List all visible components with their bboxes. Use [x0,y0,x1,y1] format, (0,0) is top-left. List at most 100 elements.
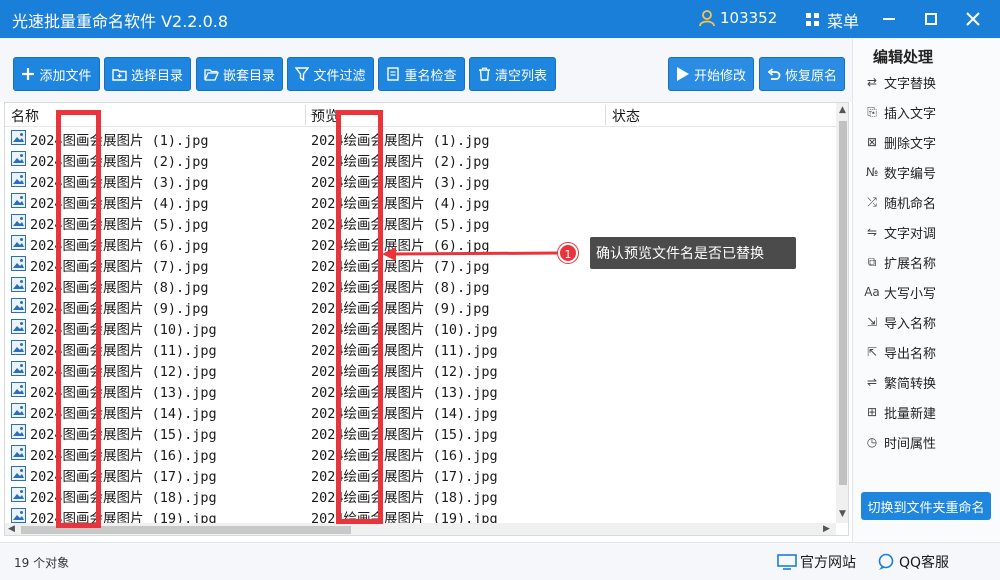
grid-menu-icon [806,13,819,26]
add-file-button[interactable]: 添加文件 [13,57,100,91]
annotation-badge: 1 [558,243,578,263]
insert-icon: ⎘ [867,105,877,119]
tool-label: 数字编号 [884,166,937,182]
tool-swap[interactable]: ⇋ 文字对调 [863,220,995,244]
column-name-header[interactable]: 名称 [11,106,39,126]
table-row[interactable]: 2024图画会展图片 (8).jpg 2024绘画会展图片 (8).jpg [5,274,836,296]
image-file-icon [11,319,26,334]
original-file-name: 2024图画会展图片 (10).jpg [30,322,217,338]
preview-file-name: 2024绘画会展图片 (18).jpg [311,490,498,506]
headset-icon [878,553,894,570]
switch-folder-rename-button[interactable]: 切换到文件夹重命名 [861,492,991,520]
tool-convert[interactable]: ⇌ 繁简转换 [863,370,995,394]
user-account[interactable]: 103352 [698,9,777,27]
nested-dir-button[interactable]: 嵌套目录 [196,57,283,91]
tool-number[interactable]: № 数字编号 [863,160,995,184]
file-list[interactable]: 名称 预览 状态 2024图画会展图片 (1).jpg 2024绘画会展图片 (1… [4,102,849,536]
table-row[interactable]: 2024图画会展图片 (10).jpg 2024绘画会展图片 (10).jpg [5,316,836,338]
column-preview-header[interactable]: 预览 [311,106,339,126]
tool-label: 大写小写 [884,286,937,302]
official-website-link[interactable]: 官方网站 [777,552,856,572]
original-file-name: 2024图画会展图片 (3).jpg [30,175,209,191]
tool-label: 随机命名 [884,196,937,212]
original-file-name: 2024图画会展图片 (5).jpg [30,217,209,233]
table-row[interactable]: 2024图画会展图片 (3).jpg 2024绘画会展图片 (3).jpg [5,169,836,191]
table-row[interactable]: 2024图画会展图片 (12).jpg 2024绘画会展图片 (12).jpg [5,358,836,380]
image-file-icon [11,508,26,523]
table-row[interactable]: 2024图画会展图片 (5).jpg 2024绘画会展图片 (5).jpg [5,211,836,233]
scroll-thumb[interactable] [839,121,847,485]
table-row[interactable]: 2024图画会展图片 (9).jpg 2024绘画会展图片 (9).jpg [5,295,836,317]
replace-icon: ⇄ [866,75,878,89]
table-row[interactable]: 2024图画会展图片 (4).jpg 2024绘画会展图片 (4).jpg [5,190,836,212]
scroll-left-icon[interactable]: ◀ [8,524,15,534]
close-icon[interactable] [960,6,986,32]
tool-label: 繁简转换 [884,376,937,392]
import-icon: ⇲ [866,315,878,329]
scroll-right-icon[interactable]: ▶ [823,524,830,534]
table-row[interactable]: 2024图画会展图片 (11).jpg 2024绘画会展图片 (11).jpg [5,337,836,359]
image-file-icon [11,340,26,355]
tool-batch-new[interactable]: ⊞ 批量新建 [863,400,995,424]
menu-button[interactable]: 菜单 [806,8,859,32]
table-row[interactable]: 2024图画会展图片 (18).jpg 2024绘画会展图片 (18).jpg [5,484,836,506]
start-modify-button[interactable]: 开始修改 [668,57,754,91]
title-bar: 光速批量重命名软件 V2.2.0.8 103352 菜单 [0,0,1000,38]
file-rows: 2024图画会展图片 (1).jpg 2024绘画会展图片 (1).jpg 2024… [5,127,836,523]
scroll-down-icon[interactable]: ▼ [839,509,846,519]
qq-support-link[interactable]: QQ客服 [876,552,949,572]
tool-case[interactable]: Aa 大写小写 [863,280,995,304]
check-doc-icon [387,67,400,81]
vertical-scrollbar[interactable]: ▲ ▼ [836,103,848,523]
file-filter-button[interactable]: 文件过滤 [287,57,374,91]
tool-insert[interactable]: ⎘ 插入文字 [863,100,995,124]
preview-file-name: 2024绘画会展图片 (2).jpg [311,154,490,170]
column-divider[interactable] [305,105,306,125]
tool-clock[interactable]: ◷ 时间属性 [863,430,995,454]
minimize-icon[interactable] [876,6,902,32]
original-file-name: 2024图画会展图片 (14).jpg [30,406,217,422]
batch-new-icon: ⊞ [866,405,878,419]
preview-file-name: 2024绘画会展图片 (1).jpg [311,133,490,149]
table-row[interactable]: 2024图画会展图片 (17).jpg 2024绘画会展图片 (17).jpg [5,463,836,485]
extension-icon: ⧉ [867,255,877,269]
tool-replace[interactable]: ⇄ 文字替换 [863,70,995,94]
preview-file-name: 2024绘画会展图片 (14).jpg [311,406,498,422]
table-row[interactable]: 2024图画会展图片 (16).jpg 2024绘画会展图片 (16).jpg [5,442,836,464]
tool-extension[interactable]: ⧉ 扩展名称 [863,250,995,274]
table-row[interactable]: 2024图画会展图片 (19).jpg 2024绘画会展图片 (19).jpg [5,505,836,523]
original-file-name: 2024图画会展图片 (2).jpg [30,154,209,170]
case-icon: Aa [864,285,880,299]
column-status-header[interactable]: 状态 [612,106,640,126]
table-row[interactable]: 2024图画会展图片 (15).jpg 2024绘画会展图片 (15).jpg [5,421,836,443]
original-file-name: 2024图画会展图片 (19).jpg [30,511,217,523]
tool-import[interactable]: ⇲ 导入名称 [863,310,995,334]
table-row[interactable]: 2024图画会展图片 (14).jpg 2024绘画会展图片 (14).jpg [5,400,836,422]
table-row[interactable]: 2024图画会展图片 (2).jpg 2024绘画会展图片 (2).jpg [5,148,836,170]
tool-export[interactable]: ⇱ 导出名称 [863,340,995,364]
image-file-icon [11,403,26,418]
image-file-icon [11,235,26,250]
scroll-up-icon[interactable]: ▲ [839,105,846,115]
column-divider[interactable] [605,105,606,125]
table-row[interactable]: 2024图画会展图片 (13).jpg 2024绘画会展图片 (13).jpg [5,379,836,401]
image-file-icon [11,277,26,292]
preview-file-name: 2024绘画会展图片 (4).jpg [311,196,490,212]
tool-shuffle[interactable]: ⤮ 随机命名 [863,190,995,214]
clear-list-button[interactable]: 清空列表 [469,57,556,91]
restore-names-button[interactable]: 恢复原名 [759,57,845,91]
image-file-icon [11,172,26,187]
scroll-thumb[interactable] [21,526,351,534]
image-file-icon [11,130,26,145]
rename-check-button[interactable]: 重名检查 [378,57,465,91]
maximize-icon[interactable] [918,6,944,32]
select-dir-button[interactable]: 选择目录 [104,57,191,91]
original-file-name: 2024图画会展图片 (17).jpg [30,469,217,485]
clock-icon: ◷ [866,435,878,449]
original-file-name: 2024图画会展图片 (18).jpg [30,490,217,506]
original-file-name: 2024图画会展图片 (15).jpg [30,427,217,443]
horizontal-scrollbar[interactable]: ◀ ▶ [5,523,836,535]
tool-delete-text[interactable]: ⊠ 删除文字 [863,130,995,154]
table-row[interactable]: 2024图画会展图片 (1).jpg 2024绘画会展图片 (1).jpg [5,127,836,149]
tool-label: 导出名称 [884,346,937,362]
